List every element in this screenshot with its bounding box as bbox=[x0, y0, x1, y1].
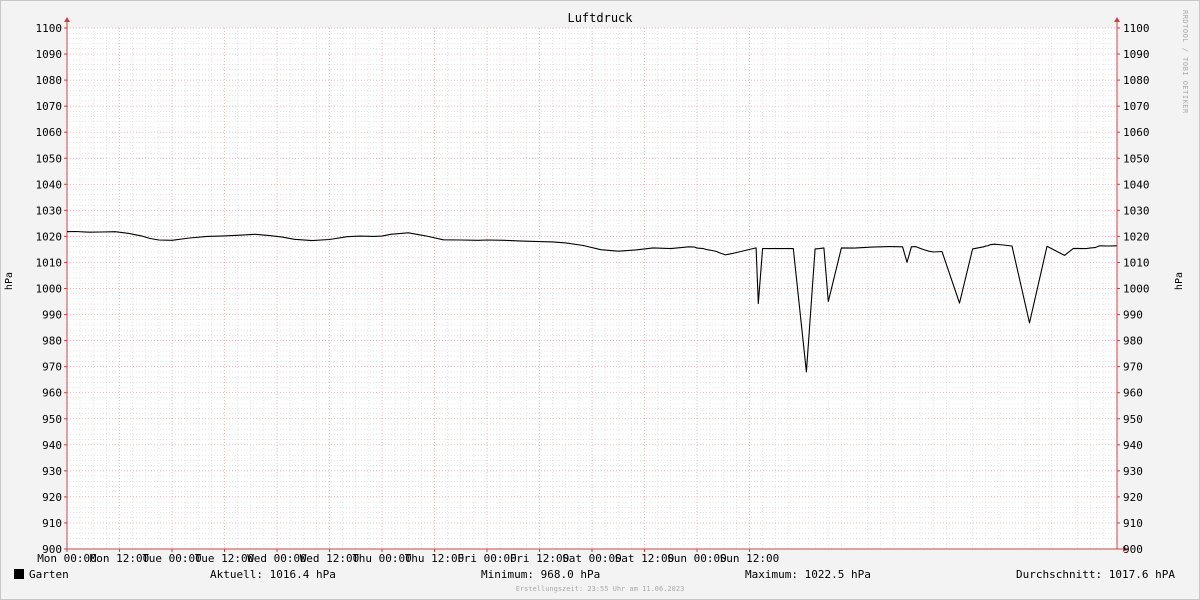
y-tick-label-right: 920 bbox=[1123, 491, 1143, 504]
creation-time: Erstellungszeit: 23:55 Uhr am 11.06.2023 bbox=[515, 585, 685, 593]
legend-series: Garten bbox=[14, 568, 69, 581]
y-tick-label-right: 970 bbox=[1123, 361, 1143, 374]
y-tick-label-right: 1090 bbox=[1123, 48, 1150, 61]
legend-maximum: Maximum: 1022.5 hPa bbox=[745, 568, 871, 581]
legend: Garten Aktuell: 1016.4 hPa Minimum: 968.… bbox=[0, 568, 1200, 584]
legend-average: Durchschnitt: 1017.6 hPA bbox=[1016, 568, 1175, 581]
legend-current: Aktuell: 1016.4 hPa bbox=[210, 568, 336, 581]
y-tick-label-right: 1050 bbox=[1123, 152, 1150, 165]
chart-title: Luftdruck bbox=[567, 11, 633, 25]
y-tick-label-left: 1090 bbox=[36, 48, 63, 61]
y-tick-label-right: 1020 bbox=[1123, 230, 1150, 243]
x-tick-label: Sat 00:00 bbox=[562, 552, 622, 565]
y-tick-label-right: 1040 bbox=[1123, 178, 1150, 191]
y-tick-label-left: 1000 bbox=[36, 283, 63, 296]
y-tick-label-left: 1030 bbox=[36, 204, 63, 217]
y-tick-label-left: 970 bbox=[42, 361, 62, 374]
y-tick-label-left: 1080 bbox=[36, 74, 63, 87]
y-tick-label-right: 930 bbox=[1123, 465, 1143, 478]
y-tick-label-right: 900 bbox=[1123, 543, 1143, 556]
y-axis-label-right: hPa bbox=[1174, 272, 1185, 291]
x-tick-label: Fri 00:00 bbox=[457, 552, 517, 565]
x-tick-label: Wed 00:00 bbox=[247, 552, 307, 565]
y-tick-label-left: 950 bbox=[42, 413, 62, 426]
y-tick-label-left: 990 bbox=[42, 309, 62, 322]
legend-minimum: Minimum: 968.0 hPa bbox=[481, 568, 601, 581]
x-tick-label: Mon 12:00 bbox=[90, 552, 150, 565]
y-tick-label-right: 910 bbox=[1123, 517, 1143, 530]
y-tick-label-right: 960 bbox=[1123, 387, 1143, 400]
chart-canvas: 900 900910 910920 920930 930940 940950 950960 9… bbox=[36, 17, 1150, 565]
y-tick-label-left: 930 bbox=[42, 465, 62, 478]
y-tick-label-right: 950 bbox=[1123, 413, 1143, 426]
y-tick-label-left: 1060 bbox=[36, 126, 63, 139]
x-tick-label: Tue 12:00 bbox=[195, 552, 255, 565]
y-axis-label-left: hPa bbox=[4, 272, 15, 291]
y-tick-label-left: 910 bbox=[42, 517, 62, 530]
y-tick-label-right: 1060 bbox=[1123, 126, 1150, 139]
y-tick-label-right: 1000 bbox=[1123, 283, 1150, 296]
y-tick-label-left: 980 bbox=[42, 335, 62, 348]
y-tick-label-right: 1010 bbox=[1123, 256, 1150, 269]
y-tick-label-right: 980 bbox=[1123, 335, 1143, 348]
x-tick-label: Sun 12:00 bbox=[720, 552, 780, 565]
x-tick-label: Sun 00:00 bbox=[667, 552, 727, 565]
y-tick-label-left: 960 bbox=[42, 387, 62, 400]
x-tick-label: Wed 12:00 bbox=[300, 552, 360, 565]
rrdtool-watermark: RRDTOOL / TOBI OETIKER bbox=[1181, 10, 1189, 114]
y-tick-label-left: 1010 bbox=[36, 256, 63, 269]
y-tick-label-left: 1040 bbox=[36, 178, 63, 191]
legend-series-label: Garten bbox=[29, 568, 69, 581]
y-tick-label-left: 1070 bbox=[36, 100, 63, 113]
y-tick-label-left: 1020 bbox=[36, 230, 63, 243]
y-tick-label-right: 1080 bbox=[1123, 74, 1150, 87]
y-tick-label-right: 990 bbox=[1123, 309, 1143, 322]
y-tick-label-right: 1030 bbox=[1123, 204, 1150, 217]
x-tick-label: Thu 00:00 bbox=[352, 552, 412, 565]
x-tick-label: Tue 00:00 bbox=[142, 552, 202, 565]
y-tick-label-left: 940 bbox=[42, 439, 62, 452]
legend-swatch bbox=[14, 569, 24, 579]
y-tick-label-left: 1050 bbox=[36, 152, 63, 165]
y-tick-label-right: 940 bbox=[1123, 439, 1143, 452]
x-tick-label: Thu 12:00 bbox=[405, 552, 465, 565]
x-tick-label: Sat 12:00 bbox=[615, 552, 675, 565]
y-tick-label-left: 920 bbox=[42, 491, 62, 504]
y-tick-label-right: 1070 bbox=[1123, 100, 1150, 113]
x-tick-label: Fri 12:00 bbox=[510, 552, 570, 565]
x-tick-label: Mon 00:00 bbox=[37, 552, 97, 565]
